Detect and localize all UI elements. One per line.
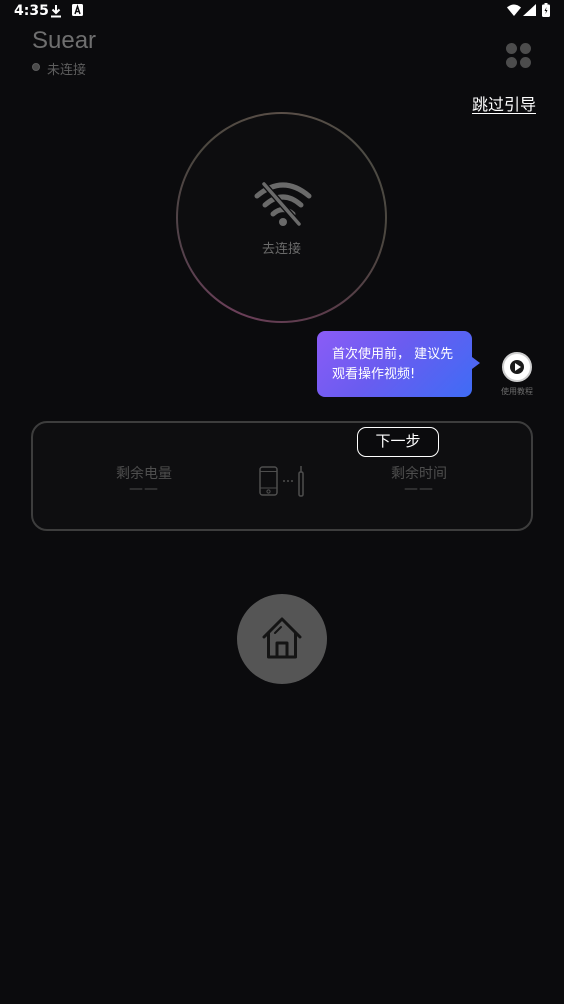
wifi-off-icon <box>254 181 312 227</box>
connect-label: 去连接 <box>261 242 301 257</box>
connection-status: 未连接 <box>47 63 87 78</box>
dot <box>506 43 517 54</box>
wifi-signal-icon <box>507 4 521 16</box>
tooltip-arrow <box>472 357 480 369</box>
accessibility-a-icon <box>72 4 83 16</box>
tutorial-label: 使用教程 <box>501 387 533 396</box>
next-step-button[interactable]: 下一步 <box>357 427 439 457</box>
four-dots-icon[interactable] <box>506 43 532 69</box>
tutorial-button[interactable] <box>502 352 532 382</box>
tooltip-line-1: 首次使用前， 建议先 <box>332 347 454 362</box>
time-value: —— <box>404 481 434 497</box>
cell-signal-icon <box>523 4 536 16</box>
phone-earpick-link-icon <box>259 466 304 497</box>
dot <box>520 57 531 68</box>
home-button[interactable] <box>237 594 327 684</box>
connection-status-dot <box>32 63 40 71</box>
guide-tooltip: 首次使用前， 建议先 观看操作视频! <box>317 331 472 397</box>
dot <box>520 43 531 54</box>
time-label: 剩余时间 <box>391 466 447 482</box>
tooltip-line-2: 观看操作视频! <box>332 367 416 382</box>
dot <box>506 57 517 68</box>
screen: 4:35 Suear 未连接 跳过引导 去连接 首次使用前， 建议先 观看操作视… <box>0 0 564 1004</box>
battery-value: —— <box>129 481 159 497</box>
battery-icon <box>542 3 550 17</box>
connect-button[interactable]: 去连接 <box>176 112 387 323</box>
download-icon <box>51 5 61 18</box>
status-bar: 4:35 <box>0 0 564 24</box>
connect-ring-inner: 去连接 <box>178 114 385 321</box>
status-time: 4:35 <box>14 3 49 19</box>
app-title: Suear <box>32 27 97 54</box>
home-icon <box>262 617 302 659</box>
skip-guide-link[interactable]: 跳过引导 <box>472 91 536 115</box>
play-circle-icon <box>510 360 524 374</box>
battery-label: 剩余电量 <box>116 466 172 482</box>
